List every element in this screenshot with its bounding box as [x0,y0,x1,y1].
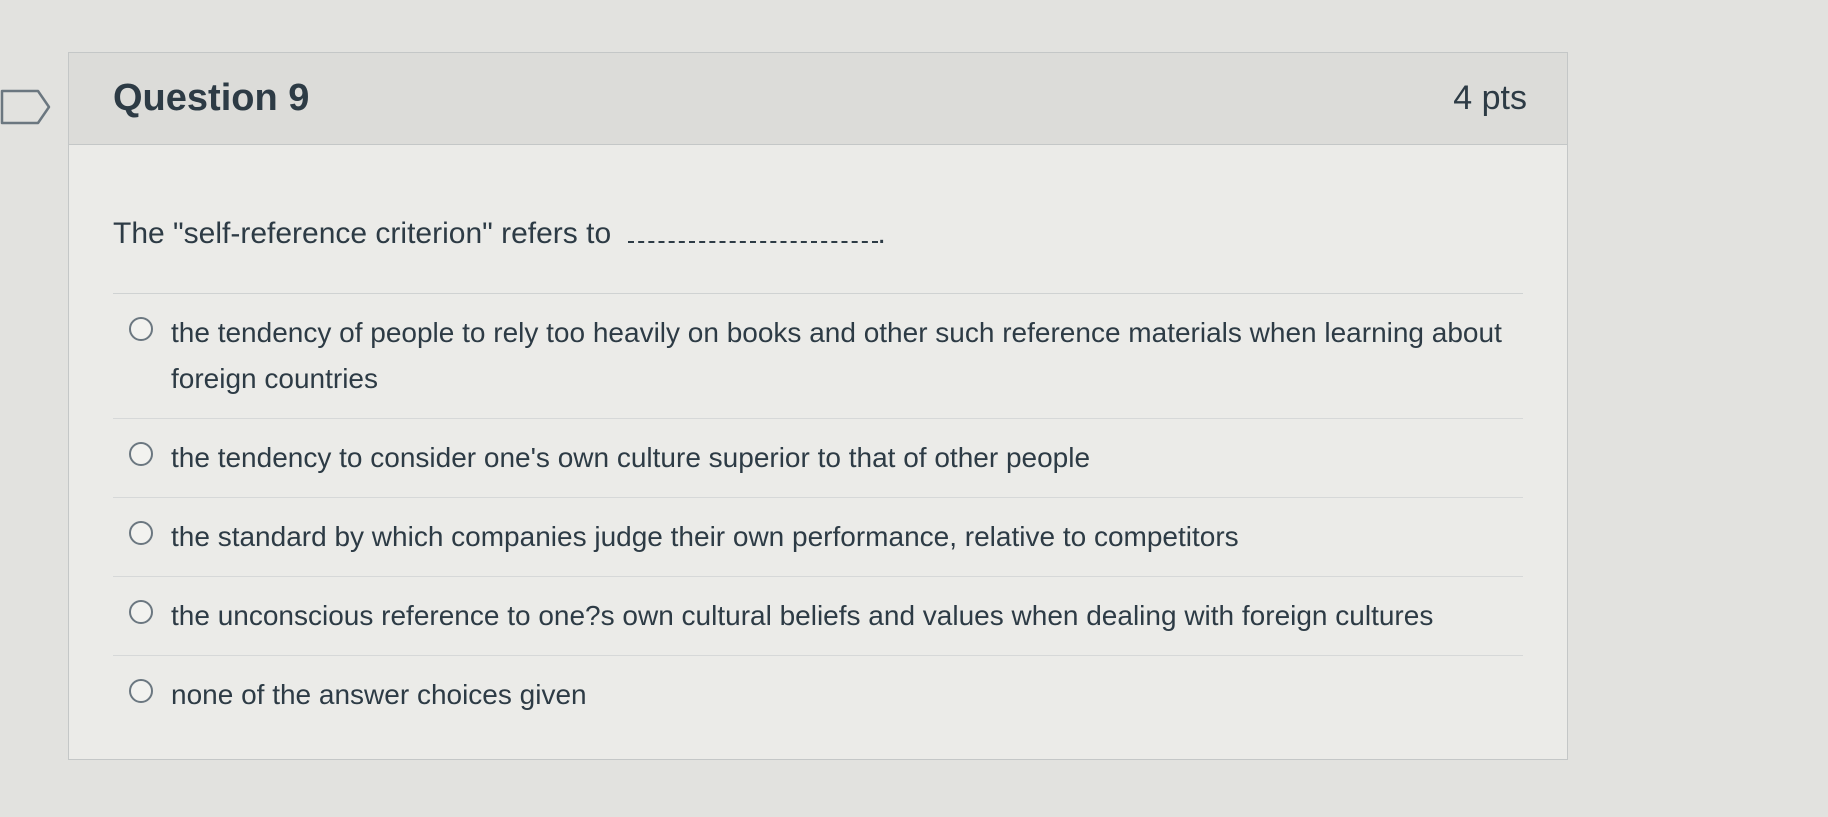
answer-option[interactable]: the standard by which companies judge th… [113,498,1523,577]
radio-button-icon[interactable] [129,317,153,341]
radio-button-icon[interactable] [129,442,153,466]
question-header: Question 9 4 pts [69,53,1567,145]
prompt-period: . [877,217,886,250]
question-card: Question 9 4 pts The "self-reference cri… [68,52,1568,760]
question-points: 4 pts [1453,79,1527,117]
radio-button-icon[interactable] [129,600,153,624]
radio-button-icon[interactable] [129,679,153,703]
answer-option[interactable]: the unconscious reference to one?s own c… [113,577,1523,656]
fill-in-blank [627,241,878,243]
question-body: The "self-reference criterion" refers to… [69,217,1567,734]
answer-label[interactable]: none of the answer choices given [171,672,587,718]
radio-button-icon[interactable] [129,521,153,545]
answer-label[interactable]: the unconscious reference to one?s own c… [171,593,1433,639]
answer-label[interactable]: the tendency of people to rely too heavi… [171,310,1523,402]
answer-list: the tendency of people to rely too heavi… [113,294,1523,734]
question-prompt-text: The "self-reference criterion" refers to [113,217,612,250]
answer-option[interactable]: none of the answer choices given [113,656,1523,734]
answer-option[interactable]: the tendency of people to rely too heavi… [113,294,1523,419]
answer-option[interactable]: the tendency to consider one's own cultu… [113,419,1523,498]
answer-label[interactable]: the tendency to consider one's own cultu… [171,435,1090,481]
answer-label[interactable]: the standard by which companies judge th… [171,514,1239,560]
question-prompt: The "self-reference criterion" refers to… [113,217,1523,251]
question-title: Question 9 [113,77,310,119]
bookmark-flag-icon[interactable] [0,88,52,126]
